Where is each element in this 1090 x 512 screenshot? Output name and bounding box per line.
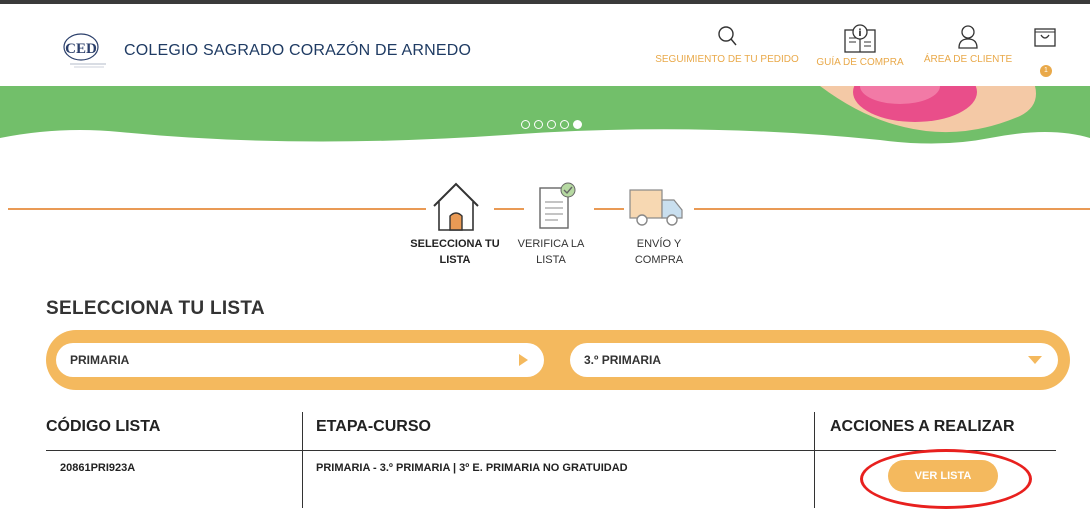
nav-client-label: ÁREA DE CLIENTE — [923, 54, 1013, 65]
user-icon — [958, 25, 978, 49]
step-select-list-label: SELECCIONA TU LISTA — [400, 236, 510, 268]
step-label-line: VERIFICA LA — [517, 238, 585, 250]
step-ship-buy-label: ENVÍO Y COMPRA — [614, 236, 704, 268]
caret-down-icon — [1028, 356, 1042, 364]
top-header: CED COLEGIO SAGRADO CORAZÓN DE ARNEDO SE… — [0, 0, 1090, 86]
step-label-line: COMPRA — [634, 254, 684, 266]
etapa-select[interactable]: PRIMARIA — [56, 343, 544, 377]
step-ship-buy[interactable] — [628, 180, 686, 239]
nav-tracking-label: SEGUIMIENTO DE TU PEDIDO — [655, 54, 799, 65]
step-verify-list[interactable] — [536, 180, 580, 239]
nav-tracking[interactable]: SEGUIMIENTO DE TU PEDIDO — [650, 24, 804, 65]
step-label-line: LISTA — [536, 254, 566, 266]
house-icon — [433, 182, 479, 231]
svg-text:CED: CED — [65, 41, 97, 57]
nav-guide-label: GUÍA DE COMPRA — [816, 57, 904, 68]
curso-select[interactable]: 3.º PRIMARIA — [570, 343, 1058, 377]
search-icon — [718, 26, 737, 46]
svg-text:i: i — [858, 28, 861, 39]
step-label-line: ENVÍO Y — [636, 238, 682, 250]
etapa-select-value: PRIMARIA — [70, 353, 130, 367]
column-header-etapa: ETAPA-CURSO — [316, 418, 431, 435]
checklist-icon — [539, 182, 576, 229]
nav-guide[interactable]: i GUÍA DE COMPRA — [812, 24, 908, 68]
highlight-circle — [860, 449, 1032, 509]
school-logo-icon[interactable]: CED — [62, 32, 108, 72]
cart-button[interactable] — [1032, 24, 1058, 48]
column-header-acciones: ACCIONES A REALIZAR — [830, 418, 1015, 435]
carousel-dots — [521, 116, 586, 130]
cart-count-badge: 1 — [1040, 65, 1052, 77]
caret-right-icon — [519, 354, 528, 366]
step-label-line: SELECCIONA TU — [410, 238, 500, 250]
steps-line-segment — [494, 208, 524, 210]
list-selector-bar: PRIMARIA 3.º PRIMARIA — [46, 330, 1070, 390]
step-select-list[interactable] — [428, 180, 484, 239]
row-etapa-curso: PRIMARIA - 3.º PRIMARIA | 3º E. PRIMARIA… — [316, 462, 628, 474]
column-header-codigo: CÓDIGO LISTA — [46, 418, 161, 435]
step-verify-list-label: VERIFICA LA LISTA — [506, 236, 596, 268]
shopping-bag-icon — [1034, 28, 1056, 47]
steps-line-left — [8, 208, 426, 210]
column-divider — [814, 412, 815, 508]
steps-line-segment — [594, 208, 624, 210]
steps-line-right — [694, 208, 1090, 210]
step-label-line: LISTA — [439, 254, 471, 266]
column-divider — [302, 412, 303, 508]
book-guide-icon: i — [844, 24, 876, 53]
section-title: SELECCIONA TU LISTA — [46, 298, 265, 319]
table-header-divider — [46, 450, 1056, 451]
truck-icon — [629, 189, 683, 226]
school-name[interactable]: COLEGIO SAGRADO CORAZÓN DE ARNEDO — [124, 42, 471, 60]
row-codigo: 20861PRI923A — [60, 462, 136, 474]
curso-select-value: 3.º PRIMARIA — [584, 353, 662, 367]
nav-client-area[interactable]: ÁREA DE CLIENTE — [918, 24, 1018, 65]
